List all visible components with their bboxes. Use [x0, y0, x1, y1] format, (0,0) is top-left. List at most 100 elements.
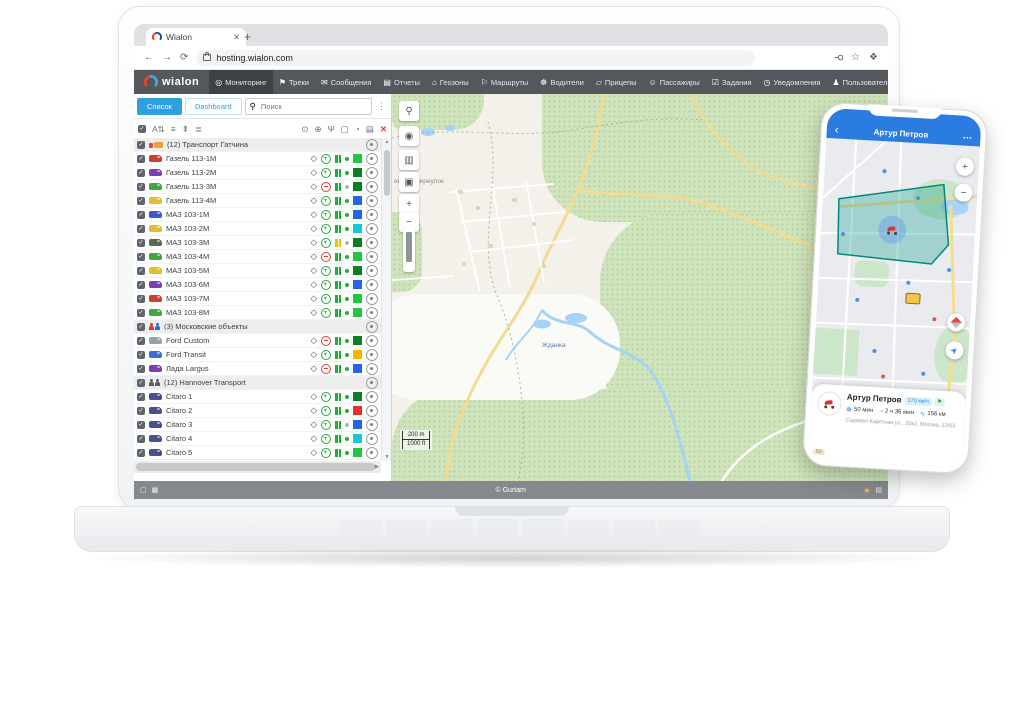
zoom-slider-handle[interactable] [406, 232, 412, 262]
street-view-button[interactable]: ▣ [399, 172, 419, 192]
group-row[interactable]: ✓(12) Hannover Transport [134, 376, 381, 390]
sort-az-icon[interactable]: A⇅ [152, 124, 165, 135]
row-checkbox[interactable]: ✓ [137, 141, 145, 149]
expand-icon[interactable] [366, 349, 378, 361]
unit-row[interactable]: ✓Газель 113-2М◇ [134, 166, 381, 180]
expand-icon[interactable] [366, 405, 378, 417]
row-checkbox[interactable]: ✓ [137, 197, 145, 205]
location-icon[interactable]: ◇ [310, 209, 317, 220]
expand-icon[interactable] [366, 139, 378, 151]
expand-icon[interactable] [366, 209, 378, 221]
row-checkbox[interactable]: ✓ [137, 281, 145, 289]
location-icon[interactable]: ◇ [310, 335, 317, 346]
row-checkbox[interactable]: ✓ [137, 253, 145, 261]
footer-grid-icon[interactable]: ▦ [152, 486, 159, 494]
nav-item-tracks[interactable]: ⚑Треки [273, 70, 315, 94]
nav-item-passengers[interactable]: ☺Пассажиры [643, 70, 706, 94]
select-all-checkbox[interactable]: ✓ [138, 125, 146, 133]
horizontal-scrollbar[interactable]: ▶ [134, 461, 381, 473]
unit-row[interactable]: ✓МАЗ 103-5М◇ [134, 264, 381, 278]
location-icon[interactable]: ◇ [310, 279, 317, 290]
expand-icon[interactable] [366, 433, 378, 445]
location-icon[interactable]: ◇ [310, 167, 317, 178]
row-checkbox[interactable]: ✓ [137, 407, 145, 415]
expand-icon[interactable] [366, 391, 378, 403]
unit-row[interactable]: ✓Ford Custom◇ [134, 334, 381, 348]
expand-icon[interactable] [366, 167, 378, 179]
bookmark-star-icon[interactable]: ☆ [851, 52, 860, 63]
location-icon[interactable]: ◇ [310, 307, 317, 318]
new-tab-button[interactable]: + [244, 29, 251, 45]
nav-item-users[interactable]: ♟Пользователи [826, 70, 888, 94]
unit-row[interactable]: ✓Citaro 2◇ [134, 404, 381, 418]
expand-icon[interactable] [366, 181, 378, 193]
row-checkbox[interactable]: ✓ [137, 449, 145, 457]
row-checkbox[interactable]: ✓ [137, 421, 145, 429]
row-checkbox[interactable]: ✓ [137, 337, 145, 345]
nav-item-jobs[interactable]: ☑Задания [706, 70, 758, 94]
row-checkbox[interactable]: ✓ [137, 365, 145, 373]
expand-icon[interactable] [366, 265, 378, 277]
url-bar[interactable]: hosting.wialon.com [196, 50, 755, 66]
location-icon[interactable]: ◇ [310, 251, 317, 262]
monitor-icon[interactable]: ▢ [341, 124, 349, 135]
unit-row[interactable]: ✓МАЗ 103-6М◇ [134, 278, 381, 292]
expand-icon[interactable] [366, 237, 378, 249]
group-row[interactable]: ✓(12) Транспорт Гатчина [134, 138, 381, 152]
location-icon[interactable]: ◇ [310, 405, 317, 416]
location-icon[interactable]: ◇ [310, 265, 317, 276]
vertical-scrollbar[interactable]: ▲ ▼ [381, 138, 391, 461]
scroll-up-icon[interactable]: ▲ [382, 139, 392, 145]
row-checkbox[interactable]: ✓ [137, 309, 145, 317]
row-checkbox[interactable]: ✓ [137, 323, 145, 331]
expand-icon[interactable] [366, 251, 378, 263]
unit-row[interactable]: ✓Citaro 1◇ [134, 390, 381, 404]
nav-item-monitoring[interactable]: ◎Мониторинг [209, 70, 273, 94]
scooter-marker-icon[interactable] [886, 225, 899, 235]
expand-icon[interactable] [366, 363, 378, 375]
nav-item-drivers[interactable]: ☸Водители [534, 70, 590, 94]
location-icon[interactable]: ◇ [310, 223, 317, 234]
expand-icon[interactable] [366, 153, 378, 165]
expand-icon[interactable] [366, 293, 378, 305]
extensions-icon[interactable]: ❖ [869, 52, 878, 63]
scrollbar-thumb[interactable] [384, 150, 390, 196]
location-icon[interactable]: ◇ [310, 419, 317, 430]
expand-icon[interactable] [366, 321, 378, 333]
gauge-icon[interactable]: ◔ [355, 124, 360, 134]
map-visibility-button[interactable]: ◉ [399, 126, 419, 146]
tab-dashboard[interactable]: Dashboard [185, 98, 242, 115]
unit-row[interactable]: ✓МАЗ 103-7М◇ [134, 292, 381, 306]
unit-row[interactable]: ✓Лада Largus◇ [134, 362, 381, 376]
row-checkbox[interactable]: ✓ [137, 351, 145, 359]
location-icon[interactable]: ◇ [310, 433, 317, 444]
wialon-logo[interactable]: wialon [134, 75, 209, 89]
nav-item-reports[interactable]: ▤Отчеты [377, 70, 426, 94]
footer-star-icon[interactable]: ★ [863, 486, 870, 495]
scroll-right-icon[interactable]: ▶ [375, 464, 381, 470]
unit-row[interactable]: ✓МАЗ 103-1М◇ [134, 208, 381, 222]
report-icon[interactable]: ▤ [366, 124, 374, 135]
location-icon[interactable]: ◇ [310, 349, 317, 360]
unit-row[interactable]: ✓Citaro 4◇ [134, 432, 381, 446]
row-checkbox[interactable]: ✓ [137, 435, 145, 443]
row-checkbox[interactable]: ✓ [137, 379, 145, 387]
scroll-down-icon[interactable]: ▼ [382, 454, 392, 460]
browser-tab[interactable]: Wialon ✕ [146, 28, 246, 46]
location-icon[interactable]: ◇ [310, 363, 317, 374]
location-icon[interactable]: ◇ [310, 153, 317, 164]
map-layers-button[interactable]: ▥ [399, 150, 419, 170]
locate-icon[interactable]: ⊙ [301, 124, 308, 135]
zoom-in-button[interactable]: + [399, 194, 419, 214]
unit-row[interactable]: ✓Газель 113-3М◇ [134, 180, 381, 194]
unit-row[interactable]: ✓Citaro 3◇ [134, 418, 381, 432]
unit-row[interactable]: ✓МАЗ 103-3М◇ [134, 236, 381, 250]
panel-menu-icon[interactable]: ⋮ [375, 101, 388, 112]
map-search-button[interactable]: ⚲ [399, 101, 419, 121]
expand-icon[interactable] [366, 279, 378, 291]
nav-item-routes[interactable]: ⚐Маршруты [475, 70, 535, 94]
row-checkbox[interactable]: ✓ [137, 169, 145, 177]
unit-row[interactable]: ✓МАЗ 103-8М◇ [134, 306, 381, 320]
close-tab-icon[interactable]: ✕ [233, 33, 240, 42]
footer-display-icon[interactable]: ▢ [140, 486, 147, 494]
